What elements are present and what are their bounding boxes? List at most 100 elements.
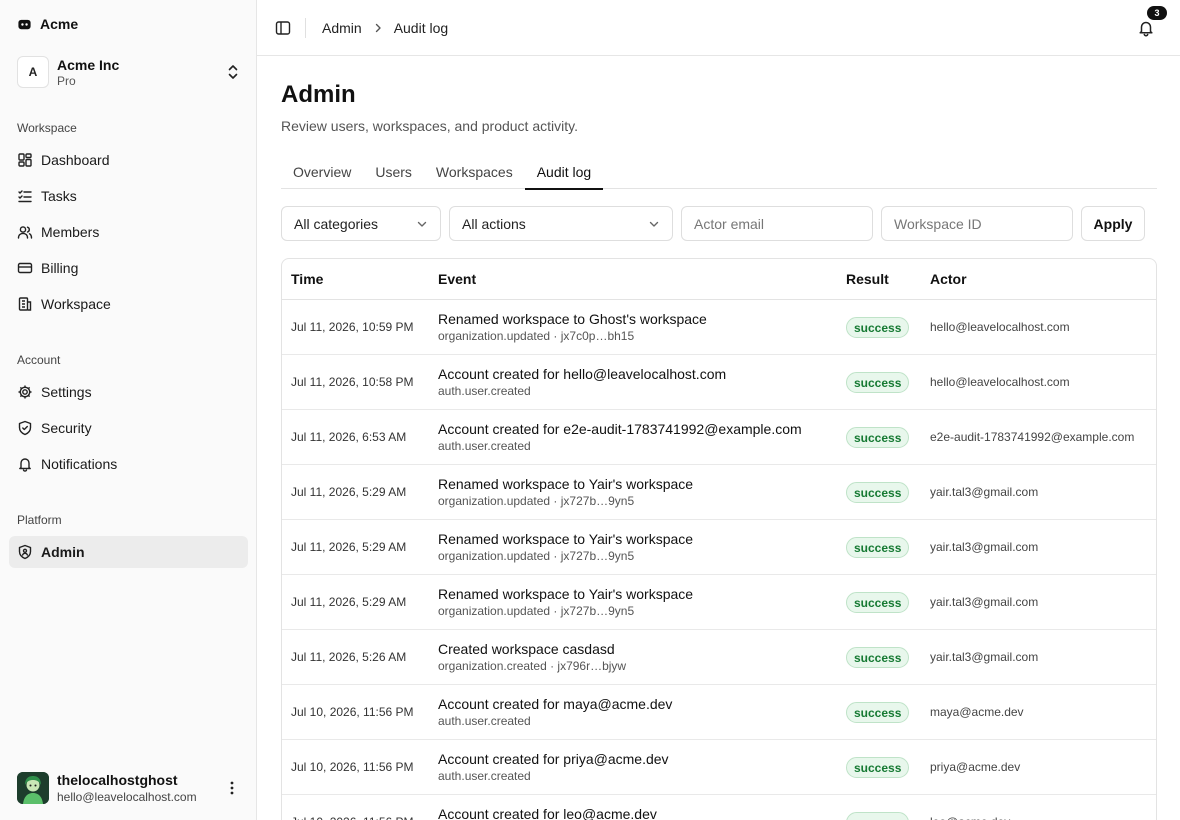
table-row[interactable]: Jul 11, 2026, 5:26 AM Created workspace c… [282, 630, 1156, 685]
row-event-type: organization.created · jx796r…bjyw [438, 659, 627, 673]
row-actor: yair.tal3@gmail.com [930, 595, 1039, 609]
row-actor: yair.tal3@gmail.com [930, 650, 1039, 664]
table-row[interactable]: Jul 10, 2026, 11:56 PM Account created fo… [282, 740, 1156, 795]
row-actor: e2e-audit-1783741992@example.com [930, 430, 1135, 444]
table-body: Jul 11, 2026, 10:59 PM Renamed workspace … [282, 300, 1156, 820]
column-header-event[interactable]: Event [438, 271, 476, 287]
shield-admin-icon [18, 544, 32, 560]
table-row[interactable]: Jul 10, 2026, 11:56 PM Account created fo… [282, 685, 1156, 740]
row-event: Renamed workspace to Yair's workspace org… [438, 475, 693, 509]
sidebar-item-tasks[interactable]: Tasks [9, 180, 248, 212]
row-time: Jul 11, 2026, 5:29 AM [291, 540, 407, 554]
status-badge: success [846, 592, 910, 613]
status-badge: success [846, 317, 910, 338]
row-actor: hello@leavelocalhost.com [930, 320, 1070, 334]
row-event: Account created for hello@leavelocalhost… [438, 365, 726, 399]
sidebar: Acme A Acme Inc Pro Workspace Dashboard … [0, 0, 257, 820]
section-label-workspace: Workspace [17, 121, 77, 135]
status-badge: success [846, 482, 910, 503]
row-event: Account created for leo@acme.devauth.use… [438, 805, 657, 820]
category-select[interactable]: All categories [281, 206, 441, 241]
tab-users[interactable]: Users [363, 155, 424, 189]
sidebar-item-dashboard[interactable]: Dashboard [9, 144, 248, 176]
row-actor: hello@leavelocalhost.com [930, 375, 1070, 389]
sidebar-item-members[interactable]: Members [9, 216, 248, 248]
org-name: Acme Inc [57, 56, 120, 73]
category-select-value: All categories [294, 215, 379, 232]
table-row[interactable]: Jul 11, 2026, 5:29 AM Renamed workspace t… [282, 575, 1156, 630]
sidebar-item-label: Members [41, 224, 100, 240]
breadcrumb-item-admin[interactable]: Admin [322, 20, 362, 36]
breadcrumb: Admin Audit log [322, 18, 448, 38]
row-time: Jul 10, 2026, 11:56 PM [291, 705, 414, 719]
row-actor: leo@acme.dev [930, 815, 1010, 820]
sidebar-item-notifications[interactable]: Notifications [9, 448, 248, 480]
status-badge: success [846, 537, 910, 558]
table-row[interactable]: Jul 11, 2026, 5:29 AM Renamed workspace t… [282, 520, 1156, 575]
top-bar: Admin Audit log 3 [257, 0, 1180, 56]
status-badge: success [846, 757, 910, 778]
row-time: Jul 10, 2026, 11:56 PM [291, 760, 414, 774]
user-name: thelocalhostghost [57, 772, 178, 788]
sidebar-item-label: Settings [41, 384, 92, 400]
sidebar-item-settings[interactable]: Settings [9, 376, 248, 408]
status-badge: success [846, 372, 910, 393]
row-time: Jul 11, 2026, 5:26 AM [291, 650, 407, 664]
row-event: Renamed workspace to Yair's workspace org… [438, 585, 693, 619]
breadcrumb-item-audit-log: Audit log [393, 20, 449, 36]
org-switcher[interactable]: A Acme Inc Pro [9, 52, 248, 92]
tab-overview[interactable]: Overview [281, 155, 363, 189]
row-event-title: Renamed workspace to Yair's workspace [438, 586, 694, 602]
row-time: Jul 11, 2026, 10:59 PM [291, 320, 414, 334]
table-row[interactable]: Jul 11, 2026, 10:58 PM Account created fo… [282, 355, 1156, 410]
row-event: Created workspace casdasd organization.cr… [438, 640, 626, 674]
org-plan: Pro [57, 73, 76, 88]
row-event-type: auth.user.created [438, 714, 531, 728]
actor-email-input[interactable] [681, 206, 873, 241]
sidebar-item-label: Notifications [41, 456, 118, 472]
table-row[interactable]: Jul 10, 2026, 11:56 PM Account created fo… [282, 795, 1156, 820]
chevron-right-icon [375, 23, 381, 33]
members-icon [17, 226, 33, 239]
sidebar-item-admin[interactable]: Admin [9, 536, 248, 568]
sidebar-item-workspace[interactable]: Workspace [9, 288, 248, 320]
table-row[interactable]: Jul 11, 2026, 6:53 AM Account created for… [282, 410, 1156, 465]
row-time: Jul 11, 2026, 5:29 AM [291, 595, 407, 609]
row-event: Renamed workspace to Ghost's workspace or… [438, 310, 707, 344]
more-vertical-icon[interactable] [224, 780, 240, 796]
tab-audit-log[interactable]: Audit log [524, 155, 604, 190]
row-event-type: organization.updated · jx7c0p…bh15 [438, 329, 635, 343]
sidebar-item-billing[interactable]: Billing [9, 252, 248, 284]
sidebar-toggle-icon[interactable] [275, 20, 291, 36]
column-header-actor[interactable]: Actor [930, 271, 967, 287]
row-event-type: auth.user.created [438, 384, 531, 398]
column-header-result[interactable]: Result [846, 271, 889, 287]
user-email: hello@leavelocalhost.com [57, 790, 197, 804]
notifications-bell-icon[interactable] [1137, 19, 1155, 37]
row-event-title: Created workspace casdasd [438, 641, 615, 657]
apply-button[interactable]: Apply [1081, 206, 1145, 241]
table-row[interactable]: Jul 11, 2026, 5:29 AM Renamed workspace t… [282, 465, 1156, 520]
row-actor: maya@acme.dev [930, 705, 1024, 719]
row-actor: yair.tal3@gmail.com [930, 540, 1039, 554]
sidebar-item-security[interactable]: Security [9, 412, 248, 444]
row-event-type: auth.user.created [438, 769, 531, 783]
workspace-id-input[interactable] [881, 206, 1073, 241]
tasks-icon [18, 190, 32, 203]
column-header-time[interactable]: Time [291, 271, 323, 287]
chevron-down-icon [417, 221, 427, 227]
user-menu-trigger[interactable]: thelocalhostghost hello@leavelocalhost.c… [17, 770, 248, 806]
row-event: Renamed workspace to Yair's workspace org… [438, 530, 693, 564]
brand[interactable]: Acme [17, 14, 78, 34]
section-label-platform: Platform [17, 513, 62, 527]
action-select[interactable]: All actions [449, 206, 673, 241]
row-event: Account created for maya@acme.dev auth.us… [438, 695, 672, 729]
row-actor: yair.tal3@gmail.com [930, 485, 1039, 499]
sidebar-item-label: Admin [41, 544, 85, 560]
table-row[interactable]: Jul 11, 2026, 10:59 PM Renamed workspace … [282, 300, 1156, 355]
bell-icon [19, 458, 31, 472]
tab-workspaces[interactable]: Workspaces [424, 155, 525, 189]
row-time: Jul 11, 2026, 6:53 AM [291, 430, 407, 444]
header-divider [305, 18, 306, 38]
row-event-title: Renamed workspace to Yair's workspace [438, 476, 694, 492]
